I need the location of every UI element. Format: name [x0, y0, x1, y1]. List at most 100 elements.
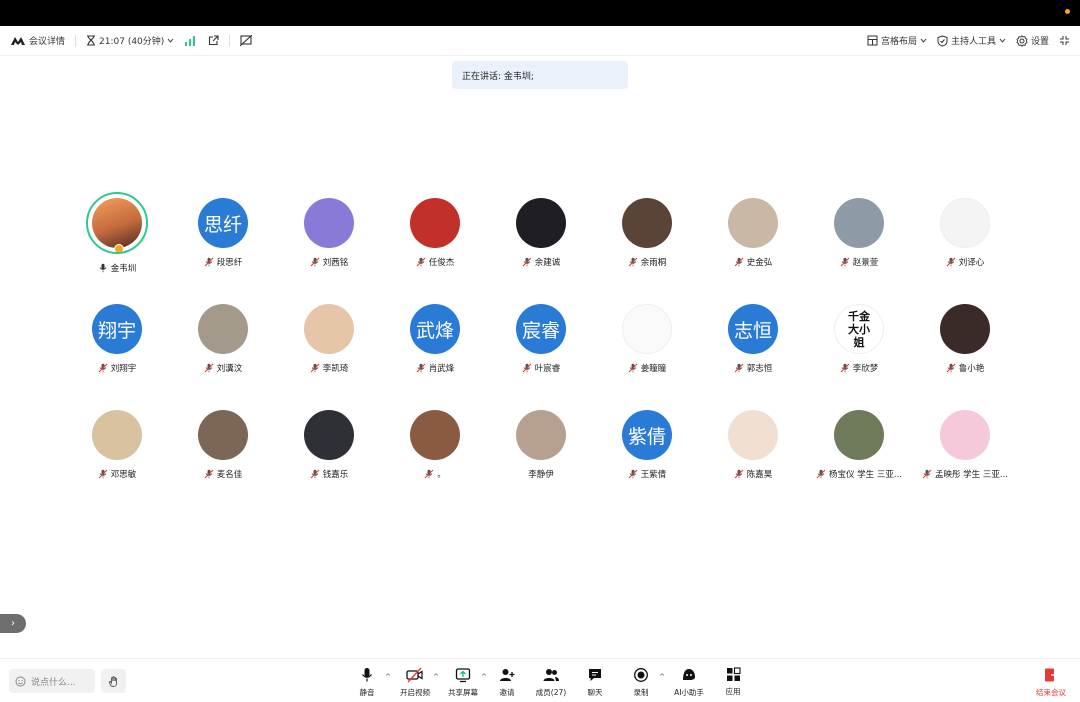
ai-assistant-button[interactable]: AI小助手 [667, 667, 711, 698]
end-meeting-button[interactable]: 结束会议 [1036, 667, 1066, 698]
avatar[interactable] [728, 198, 778, 248]
participant-name: 麦名佳 [204, 468, 242, 480]
participant-name: 余建诚 [522, 256, 560, 268]
avatar[interactable] [304, 304, 354, 354]
meeting-timer[interactable]: 21:07 (40分钟) [86, 34, 174, 47]
participant-tile[interactable]: 任俊杰 [382, 198, 488, 298]
mute-label: 静音 [359, 688, 375, 697]
avatar[interactable]: 志恒 [728, 304, 778, 354]
avatar[interactable] [304, 410, 354, 460]
avatar[interactable] [410, 410, 460, 460]
exit-fullscreen-button[interactable] [1059, 35, 1070, 46]
avatar-image [92, 198, 142, 248]
participant-name: 杨宝仪 学生 三亚... [816, 468, 902, 480]
raise-hand-icon [107, 675, 120, 688]
share-screen-button[interactable]: ^ 共享屏幕 [441, 667, 487, 698]
avatar[interactable] [728, 410, 778, 460]
avatar[interactable] [940, 304, 990, 354]
avatar[interactable] [834, 410, 884, 460]
share-link-button[interactable] [208, 35, 219, 46]
avatar[interactable] [834, 198, 884, 248]
participant-tile[interactable]: 。 [382, 410, 488, 510]
participant-tile[interactable]: 思纤 段思纤 [170, 198, 276, 298]
avatar[interactable]: 千金大小姐 [834, 304, 884, 354]
emoji-icon [15, 676, 26, 687]
participant-tile[interactable]: 余建诚 [488, 198, 594, 298]
host-tools-button[interactable]: 主持人工具 [937, 34, 1006, 47]
members-button[interactable]: 成员(27) [529, 667, 573, 698]
chat-button[interactable]: 聊天 [573, 667, 617, 698]
avatar[interactable] [622, 304, 672, 354]
participant-tile[interactable]: 麦名佳 [170, 410, 276, 510]
expand-sidebar-button[interactable]: › [0, 614, 26, 633]
participant-tile[interactable]: 刘译心 [912, 198, 1018, 298]
avatar[interactable] [86, 192, 148, 254]
participant-tile[interactable]: 杨宝仪 学生 三亚... [806, 410, 912, 510]
participant-name-text: 李静伊 [528, 470, 554, 480]
participant-tile[interactable]: 陈嘉昊 [700, 410, 806, 510]
grid-layout-button[interactable]: 宫格布局 [867, 34, 927, 47]
participant-tile[interactable]: 刘茜铭 [276, 198, 382, 298]
participant-tile[interactable]: 紫倩 王紫倩 [594, 410, 700, 510]
avatar[interactable] [304, 198, 354, 248]
shield-check-icon [937, 34, 948, 47]
video-options-caret[interactable]: ^ [433, 673, 439, 681]
network-signal-button[interactable] [184, 35, 196, 46]
participant-tile[interactable]: 余雨桐 [594, 198, 700, 298]
avatar[interactable] [198, 410, 248, 460]
members-icon [542, 667, 560, 683]
avatar[interactable] [516, 410, 566, 460]
avatar[interactable]: 思纤 [198, 198, 248, 248]
participant-tile[interactable]: 千金大小姐 李欣梦 [806, 304, 912, 404]
start-video-button[interactable]: ^ 开启视频 [393, 667, 439, 698]
participant-tile[interactable]: 赵景萱 [806, 198, 912, 298]
avatar-initials: 翔宇 [97, 319, 136, 342]
participant-tile[interactable]: 钱嘉乐 [276, 410, 382, 510]
participant-tile[interactable]: 翔宇 刘翔宇 [64, 304, 170, 404]
participant-tile[interactable]: 志恒 郭志恒 [700, 304, 806, 404]
participant-tile[interactable]: 李静伊 [488, 410, 594, 510]
avatar[interactable] [940, 198, 990, 248]
raise-hand-button[interactable] [101, 669, 126, 693]
participant-tile[interactable]: 李凯琦 [276, 304, 382, 404]
participant-tile[interactable]: 金韦圳 [64, 192, 170, 298]
participant-name: 。 [424, 468, 446, 480]
participant-name: 陈嘉昊 [734, 468, 772, 480]
quick-chat-input[interactable]: 说点什么... [9, 669, 95, 693]
meeting-details-button[interactable]: 会议详情 [10, 34, 65, 47]
participant-tile[interactable]: 宸睿 叶宸睿 [488, 304, 594, 404]
bottom-control-bar: 说点什么... ^ 静音 ^ 开启视频 ^ 共享屏幕 邀请 成员(27) 聊天 … [0, 658, 1080, 702]
participant-tile[interactable]: 鲁小艳 [912, 304, 1018, 404]
avatar[interactable] [410, 198, 460, 248]
record-options-caret[interactable]: ^ [659, 673, 665, 681]
hide-panel-button[interactable] [240, 35, 253, 46]
chevron-right-icon: › [11, 618, 15, 629]
participant-tile[interactable]: 姜瞳瞳 [594, 304, 700, 404]
microphone-muted-icon [416, 363, 426, 373]
settings-button[interactable]: 设置 [1016, 34, 1049, 47]
participant-tile[interactable]: 史金弘 [700, 198, 806, 298]
avatar[interactable]: 紫倩 [622, 410, 672, 460]
mute-options-caret[interactable]: ^ [385, 673, 391, 681]
chevron-down-icon [167, 38, 174, 43]
apps-button[interactable]: 应用 [711, 667, 755, 697]
participant-tile[interactable]: 孟映彤 学生 三亚... [912, 410, 1018, 510]
avatar[interactable] [516, 198, 566, 248]
avatar[interactable] [198, 304, 248, 354]
participant-name-text: 刘茜铭 [322, 258, 349, 268]
participant-tile[interactable]: 邓思敏 [64, 410, 170, 510]
participant-tile[interactable]: 武烽 肖武烽 [382, 304, 488, 404]
participant-tile[interactable]: 刘瀵汶 [170, 304, 276, 404]
avatar[interactable] [940, 410, 990, 460]
record-button[interactable]: ^ 录制 [619, 667, 665, 698]
microphone-icon [360, 667, 374, 683]
avatar[interactable] [622, 198, 672, 248]
avatar[interactable]: 武烽 [410, 304, 460, 354]
avatar[interactable] [92, 410, 142, 460]
mute-button[interactable]: ^ 静音 [345, 667, 391, 698]
participant-name-text: 余雨桐 [640, 258, 667, 268]
participant-name-text: 赵景萱 [852, 258, 879, 268]
invite-button[interactable]: 邀请 [485, 667, 529, 698]
avatar[interactable]: 宸睿 [516, 304, 566, 354]
avatar[interactable]: 翔宇 [92, 304, 142, 354]
